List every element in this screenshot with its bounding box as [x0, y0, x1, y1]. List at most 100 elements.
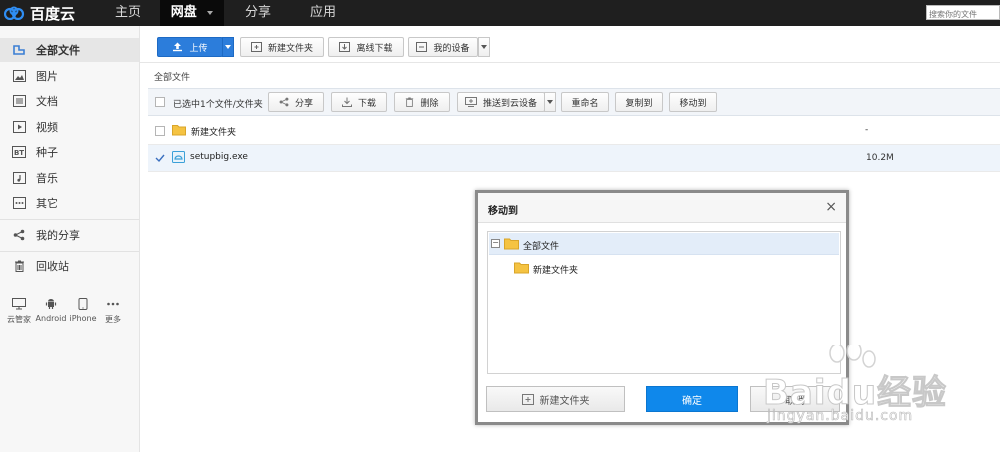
sidebar-item-label: 音乐: [36, 172, 58, 185]
new-folder-icon: [250, 42, 262, 52]
new-folder-button[interactable]: 新建文件夹: [240, 37, 324, 57]
device-label: Android: [35, 314, 67, 323]
download-button[interactable]: 下载: [331, 92, 387, 112]
sidebar-item-torrents[interactable]: BT 种子: [0, 140, 139, 164]
close-icon[interactable]: ×: [825, 199, 837, 215]
sidebar-item-recycle-bin[interactable]: 回收站: [0, 254, 139, 278]
upload-button[interactable]: 上传: [157, 37, 223, 57]
nav-home[interactable]: 主页: [100, 0, 156, 26]
exe-file-icon: [172, 151, 185, 163]
device-label: iPhone: [69, 314, 97, 323]
push-to-cloud-dropdown-button[interactable]: [544, 92, 556, 112]
download-icon: [341, 97, 352, 107]
confirm-button[interactable]: 确定: [646, 386, 738, 412]
my-device-dropdown-button[interactable]: [478, 37, 490, 57]
delete-label: 删除: [420, 98, 439, 109]
nav-apps[interactable]: 应用: [294, 0, 352, 26]
nav-netdisk[interactable]: 网盘: [160, 0, 224, 26]
trash-icon: [405, 97, 414, 107]
dialog-header: 移动到 ×: [478, 193, 846, 223]
sidebar-item-music[interactable]: 音乐: [0, 166, 139, 190]
device-label: 云管家: [7, 315, 31, 324]
chevron-down-icon: [225, 45, 231, 49]
nav-share[interactable]: 分享: [230, 0, 286, 26]
offline-download-icon: [339, 42, 351, 52]
upload-icon: [172, 42, 183, 52]
share-button[interactable]: 分享: [268, 92, 324, 112]
checkmark-icon: [155, 154, 165, 163]
cancel-button[interactable]: 取消: [750, 386, 840, 412]
sidebar-item-documents[interactable]: 文档: [0, 89, 139, 113]
offline-download-button[interactable]: 离线下载: [328, 37, 404, 57]
share-icon: [279, 97, 289, 107]
top-nav-bar: 百度云 主页 网盘 分享 应用: [0, 0, 1000, 26]
select-all-checkbox[interactable]: [155, 97, 165, 107]
delete-button[interactable]: 删除: [394, 92, 450, 112]
push-to-cloud-device-label: 推送到云设备: [482, 98, 537, 109]
sidebar-item-videos[interactable]: 视频: [0, 115, 139, 139]
device-cloud-manager[interactable]: 云管家: [2, 298, 36, 325]
search-input[interactable]: [927, 8, 999, 21]
sidebar-item-label: 视频: [36, 121, 58, 134]
sidebar-divider: [0, 251, 139, 252]
sidebar: 全部文件 图片 文档 视频 BT 种子 音乐 其它 我的分享 回收站 云管家 A…: [0, 26, 140, 452]
ellipsis-icon: [107, 302, 119, 306]
folder-open-icon: [504, 238, 519, 250]
row-checkbox[interactable]: [155, 152, 165, 163]
sidebar-item-label: 图片: [36, 70, 58, 83]
sidebar-item-images[interactable]: 图片: [0, 64, 139, 88]
sidebar-item-label: 全部文件: [36, 44, 80, 57]
video-icon: [12, 120, 26, 134]
folder-tree-icon: [12, 43, 26, 57]
move-to-button[interactable]: 移动到: [669, 92, 717, 112]
chevron-down-icon: [481, 45, 487, 49]
sidebar-item-other[interactable]: 其它: [0, 191, 139, 215]
row-checkbox[interactable]: [155, 126, 165, 136]
image-icon: [12, 69, 26, 83]
file-name[interactable]: setupbig.exe: [190, 152, 248, 162]
device-iphone[interactable]: iPhone: [66, 298, 100, 323]
upload-label: 上传: [189, 43, 208, 54]
table-row[interactable]: [148, 118, 1000, 145]
folder-icon: [514, 262, 529, 274]
search-box[interactable]: [926, 5, 1000, 21]
push-to-cloud-device-button[interactable]: 推送到云设备: [457, 92, 545, 112]
upload-dropdown-button[interactable]: [222, 37, 234, 57]
tree-node-label: 新建文件夹: [533, 266, 579, 276]
my-device-button[interactable]: 我的设备: [408, 37, 478, 57]
device-label: 更多: [105, 315, 121, 324]
sidebar-item-all-files[interactable]: 全部文件: [0, 38, 139, 62]
sidebar-item-my-shares[interactable]: 我的分享: [0, 223, 139, 247]
copy-to-button[interactable]: 复制到: [615, 92, 663, 112]
sidebar-item-label: 其它: [36, 197, 58, 210]
collapse-icon[interactable]: −: [491, 239, 500, 248]
download-label: 下载: [357, 98, 376, 109]
tree-node-child[interactable]: 新建文件夹: [489, 257, 839, 279]
trash-icon: [12, 259, 26, 273]
device-android[interactable]: Android: [34, 298, 68, 323]
share-label: 分享: [294, 98, 313, 109]
rename-button[interactable]: 重命名: [561, 92, 609, 112]
share-icon: [12, 228, 26, 242]
music-icon: [12, 171, 26, 185]
tree-node-label: 全部文件: [523, 242, 560, 252]
breadcrumb[interactable]: 全部文件: [154, 70, 190, 83]
sidebar-item-label: 文档: [36, 95, 58, 108]
file-name[interactable]: 新建文件夹: [191, 125, 236, 138]
dialog-new-folder-label: 新建文件夹: [539, 395, 590, 407]
android-icon: [45, 299, 57, 309]
offline-download-label: 离线下载: [356, 43, 393, 54]
document-icon: [12, 94, 26, 108]
file-size: 10.2M: [866, 153, 894, 163]
device-more[interactable]: 更多: [96, 298, 130, 325]
tree-node-root[interactable]: − 全部文件: [489, 233, 839, 255]
logo-text: 百度云: [30, 4, 76, 23]
chevron-down-icon: [547, 100, 553, 104]
toolbar-divider: [140, 62, 1000, 63]
sidebar-item-label: 回收站: [36, 260, 69, 273]
logo[interactable]: 百度云: [0, 0, 100, 26]
bt-icon: BT: [12, 145, 26, 159]
dialog-new-folder-button[interactable]: 新建文件夹: [486, 386, 625, 412]
monitor-icon: [12, 298, 26, 310]
sidebar-item-label: 种子: [36, 146, 58, 159]
